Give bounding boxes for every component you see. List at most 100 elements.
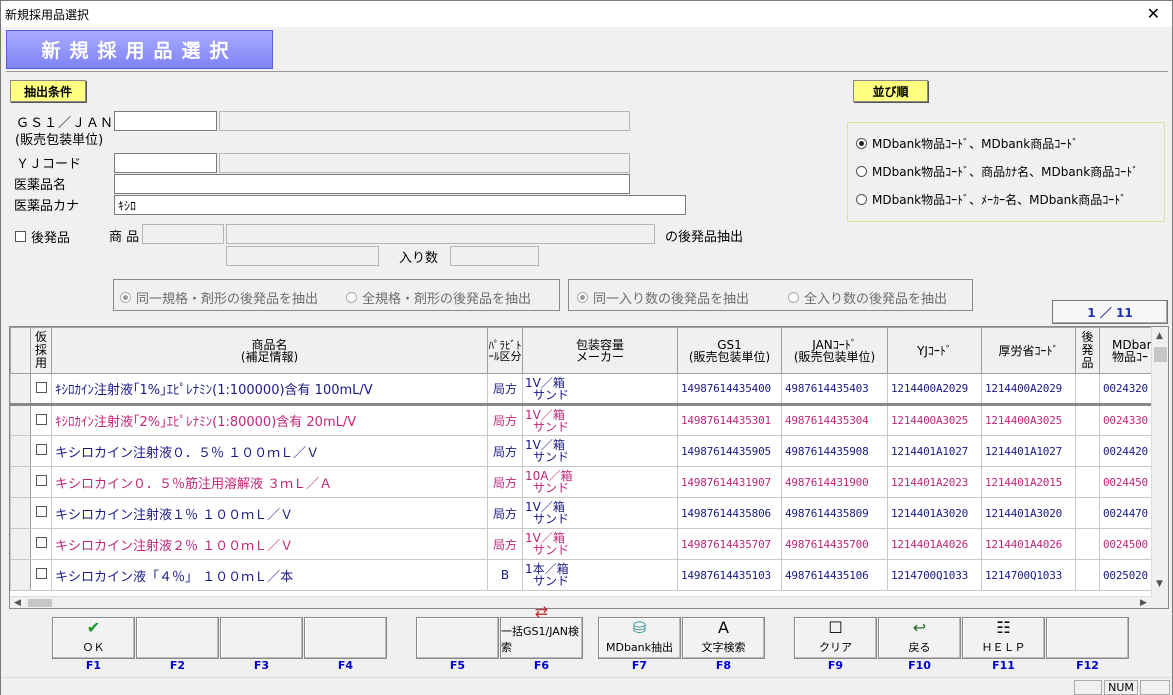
divider	[6, 71, 1168, 72]
adopt-checkbox[interactable]	[30, 404, 52, 436]
fkey-button-f9[interactable]: ☐ クリア	[794, 617, 877, 659]
checkbox-box[interactable]	[35, 413, 47, 425]
mhlw-cell: 1214401A4026	[981, 528, 1076, 560]
yj-cell: 1214400A3025	[887, 404, 982, 436]
radio-all-spec[interactable]: 全規格・剤形の後発品を抽出	[346, 288, 531, 307]
row-selector[interactable]	[10, 497, 31, 529]
radio-same-quantity[interactable]: 同一入り数の後発品を抽出	[577, 288, 749, 307]
scroll-up-icon[interactable]: ▲	[1156, 331, 1163, 341]
radio-dot[interactable]	[788, 292, 799, 303]
fkey-button-f11[interactable]: ☷ ＨＥＬＰ	[962, 617, 1045, 659]
radio-dot[interactable]	[856, 166, 867, 177]
fkey-button-f5[interactable]	[416, 617, 499, 659]
row-selector[interactable]	[10, 373, 31, 406]
product-name-cell: キシロカイン注射液１％ １００ｍＬ／Ｖ	[51, 497, 488, 529]
col-generic[interactable]: 後発品	[1075, 327, 1100, 374]
table-row[interactable]: ｷｼﾛｶｲﾝ注射液｢2%｣ｴﾋﾟﾚﾅﾐﾝ(1:80000)含有 20mL/V 局方…	[10, 404, 1169, 436]
fkey-button-f10[interactable]: ↩ 戻る	[878, 617, 961, 659]
col-jan[interactable]: JANｺｰﾄﾞ (販売包装単位)	[781, 327, 888, 374]
sort-header: 並び順	[853, 80, 928, 102]
col-pack[interactable]: 包装容量 メーカー	[522, 327, 678, 374]
sort-option-3[interactable]: MDbank物品ｺｰﾄﾞ、ﾒｰｶｰ名、MDbank商品ｺｰﾄﾞ	[856, 191, 1126, 208]
yj-input[interactable]	[114, 153, 217, 173]
checkbox-box[interactable]	[35, 537, 47, 548]
table-row[interactable]: キシロカイン注射液２％ １００ｍＬ／Ｖ 局方 1V／箱 サンド 149876144357…	[10, 528, 1169, 560]
table-row[interactable]: キシロカイン０．５％筋注用溶解液 ３ｍＬ／Ａ 局方 10A／箱 サンド 14987614…	[10, 466, 1169, 498]
gs1-cell: 14987614435400	[677, 373, 782, 406]
vertical-scrollbar[interactable]: ▲ ▼	[1151, 327, 1168, 608]
row-selector[interactable]	[10, 404, 31, 436]
col-adopt[interactable]: 仮採用	[30, 327, 52, 374]
pack-cell: 1V／箱 サンド	[522, 435, 678, 467]
checkbox-box[interactable]	[35, 381, 47, 393]
drug-name-input[interactable]	[114, 174, 630, 194]
adopt-checkbox[interactable]	[30, 373, 52, 406]
table-row[interactable]: キシロカイン注射液１％ １００ｍＬ／Ｖ 局方 1V／箱 サンド 149876144358…	[10, 497, 1169, 529]
col-yj[interactable]: YJｺｰﾄﾞ	[887, 327, 982, 374]
scroll-left-icon[interactable]: ◀	[14, 598, 21, 608]
product-name-cell: キシロカイン０．５％筋注用溶解液 ３ｍＬ／Ａ	[51, 466, 488, 498]
product-name-cell: キシロカイン注射液０．５％ １００ｍＬ／Ｖ	[51, 435, 488, 467]
drug-kana-input[interactable]	[114, 195, 686, 215]
col-para[interactable]: ﾊﾟﾗﾋﾞﾄｰﾙ区分	[487, 327, 523, 374]
fkey-button-f8[interactable]: A 文字検索	[682, 617, 765, 659]
fkey-button-f6[interactable]: ⇄ 一括GS1/JAN検索	[500, 603, 583, 659]
mdbank-cell: 0024420	[1099, 435, 1154, 467]
col-gs1[interactable]: GS1 (販売包装単位)	[677, 327, 782, 374]
yj-cell: 1214700Q1033	[887, 559, 982, 591]
checkbox-box[interactable]	[35, 475, 47, 486]
row-selector[interactable]	[10, 559, 31, 591]
gs1-input[interactable]	[114, 111, 217, 131]
fkey-button-f3[interactable]	[220, 617, 303, 659]
adopt-checkbox[interactable]	[30, 466, 52, 498]
product-name-cell: キシロカイン注射液２％ １００ｍＬ／Ｖ	[51, 528, 488, 560]
scroll-down-icon[interactable]: ▼	[1156, 579, 1163, 589]
scroll-right-icon[interactable]: ▶	[1140, 598, 1147, 608]
table-row[interactable]: キシロカイン液「４％」 １００ｍＬ／本 B 1本／箱 サンド 1498761443510…	[10, 559, 1169, 591]
mhlw-cell: 1214401A3020	[981, 497, 1076, 529]
pack-capacity: 1V／箱	[525, 407, 565, 422]
fkey-button-f7[interactable]: ⛁ MDbank抽出	[598, 617, 681, 659]
radio-all-quantity[interactable]: 全入り数の後発品を抽出	[788, 288, 947, 307]
fkey-label: 文字検索	[701, 641, 746, 654]
spec-scope-group: 同一規格・剤形の後発品を抽出 全規格・剤形の後発品を抽出	[113, 279, 560, 311]
generic-checkbox[interactable]: 後発品	[15, 227, 70, 246]
hscroll-thumb[interactable]	[28, 599, 52, 607]
adopt-checkbox[interactable]	[30, 497, 52, 529]
row-selector[interactable]	[10, 435, 31, 467]
col-mdbank[interactable]: MDbar 物品ｺｰ	[1099, 327, 1154, 374]
col-mhlw[interactable]: 厚労省ｺｰﾄﾞ	[981, 327, 1076, 374]
scroll-thumb[interactable]	[1154, 347, 1167, 362]
adopt-checkbox[interactable]	[30, 528, 52, 560]
radio-same-spec[interactable]: 同一規格・剤形の後発品を抽出	[120, 288, 318, 307]
close-icon[interactable]: ✕	[1147, 4, 1160, 23]
checkbox-box[interactable]	[35, 568, 47, 579]
horizontal-scrollbar[interactable]: ◀ ▶	[10, 596, 1153, 608]
page-indicator-button[interactable]: 1 ／ 11	[1052, 300, 1168, 324]
fkey-button-f2[interactable]	[136, 617, 219, 659]
fkey-button-f1[interactable]: ✔ ＯＫ	[52, 617, 135, 659]
quantity-field	[450, 246, 539, 266]
sort-option-2[interactable]: MDbank物品ｺｰﾄﾞ、商品ｶﾅ名、MDbank商品ｺｰﾄﾞ	[856, 163, 1138, 180]
generic-cell	[1075, 466, 1100, 498]
checkbox-box[interactable]	[35, 506, 47, 517]
checkbox-box[interactable]	[35, 444, 47, 455]
row-selector[interactable]	[10, 466, 31, 498]
table-row[interactable]: キシロカイン注射液０．５％ １００ｍＬ／Ｖ 局方 1V／箱 サンド 1498761443…	[10, 435, 1169, 467]
checkbox-box[interactable]	[15, 231, 26, 242]
fkey-button-f12[interactable]	[1046, 617, 1129, 659]
radio-dot[interactable]	[856, 138, 867, 149]
function-key-bar: ✔ ＯＫ F1 F2 F3 F4 F5 ⇄ 一括GS1/JAN検索 F6 ⛁ MDbank抽出 F7 A 文…	[1, 603, 1172, 675]
adopt-checkbox[interactable]	[30, 435, 52, 467]
sort-option-1[interactable]: MDbank物品ｺｰﾄﾞ、MDbank商品ｺｰﾄﾞ	[856, 135, 1078, 152]
radio-dot[interactable]	[856, 194, 867, 205]
fkey-button-f4[interactable]	[304, 617, 387, 659]
radio-dot[interactable]	[346, 292, 357, 303]
gs1-cell: 14987614431907	[677, 466, 782, 498]
radio-dot[interactable]	[577, 292, 588, 303]
col-name[interactable]: 商品名 (補足情報)	[51, 327, 488, 374]
row-selector[interactable]	[10, 528, 31, 560]
adopt-checkbox[interactable]	[30, 559, 52, 591]
table-row[interactable]: ｷｼﾛｶｲﾝ注射液｢1%｣ｴﾋﾟﾚﾅﾐﾝ(1:100000)含有 100mL/V…	[10, 373, 1169, 406]
radio-dot[interactable]	[120, 292, 131, 303]
